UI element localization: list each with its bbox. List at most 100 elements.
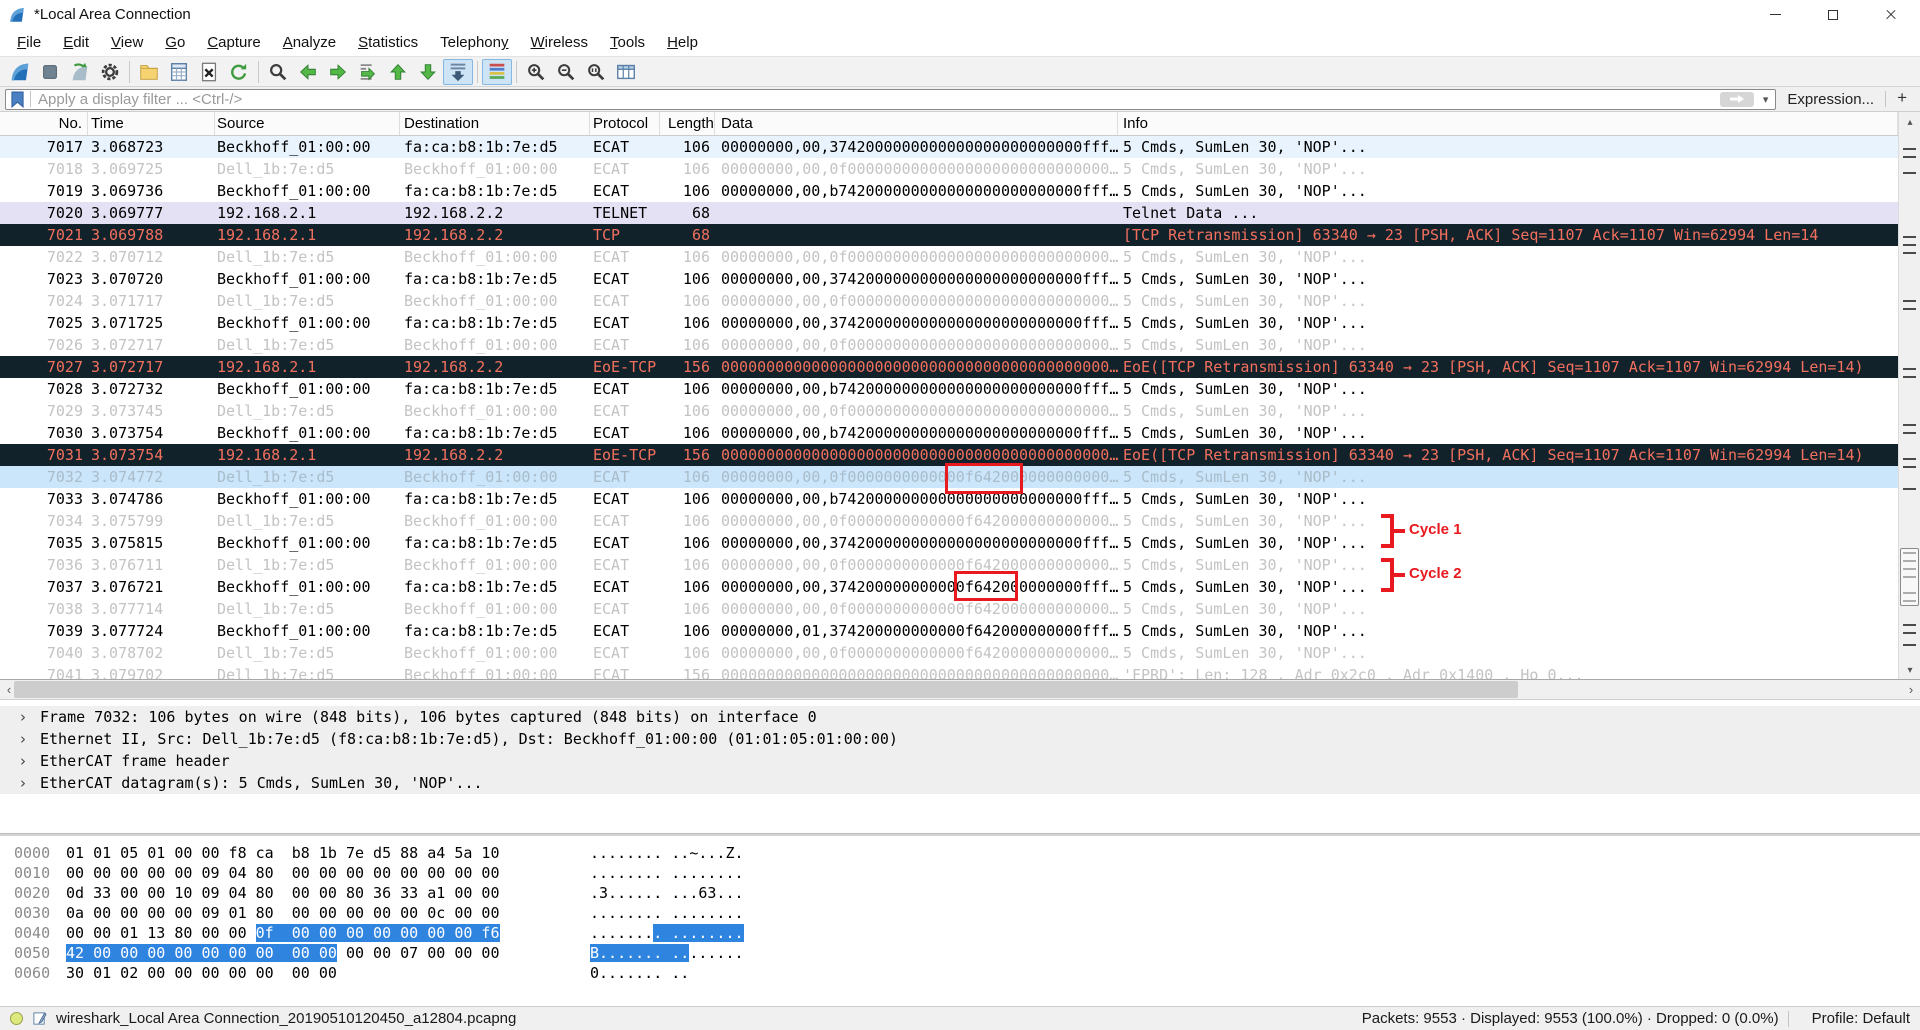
colorize-packets-button[interactable] [482,59,512,85]
display-filter-input[interactable] [36,90,1715,109]
packet-row-7017[interactable]: 70173.068723Beckhoff_01:00:00fa:ca:b8:1b… [0,136,1898,158]
packet-row-7024[interactable]: 70243.071717Dell_1b:7e:d5Beckhoff_01:00:… [0,290,1898,312]
scroll-right-arrow[interactable]: › [1902,680,1920,699]
column-header-destination[interactable]: Destination [400,112,590,135]
go-back-button[interactable] [293,59,323,85]
hex-bytes[interactable]: 42 00 00 00 00 00 00 00 00 00 00 00 07 0… [66,943,500,963]
hex-ascii[interactable]: 0....... .. [590,963,689,983]
detail-line-2[interactable]: ›EtherCAT frame header [0,750,1920,772]
menu-tools[interactable]: Tools [599,31,656,54]
hex-bytes[interactable]: 01 01 05 01 00 00 f8 ca b8 1b 7e d5 88 a… [66,843,499,863]
packet-row-7020[interactable]: 70203.069777192.168.2.1192.168.2.2TELNET… [0,202,1898,224]
save-file-button[interactable] [164,59,194,85]
hex-ascii[interactable]: ........ ........ [590,923,744,943]
packet-row-7029[interactable]: 70293.073745Dell_1b:7e:d5Beckhoff_01:00:… [0,400,1898,422]
maximize-button[interactable] [1804,0,1862,29]
menu-statistics[interactable]: Statistics [347,31,429,54]
hex-ascii[interactable]: ........ ..~...Z. [590,843,744,863]
detail-line-0[interactable]: ›Frame 7032: 106 bytes on wire (848 bits… [0,706,1920,728]
minimize-button[interactable] [1746,0,1804,29]
capture-comment-icon[interactable] [32,1011,47,1026]
start-capture-button[interactable] [5,59,35,85]
packet-row-7030[interactable]: 70303.073754Beckhoff_01:00:00fa:ca:b8:1b… [0,422,1898,444]
column-header-protocol[interactable]: Protocol [590,112,660,135]
stop-capture-button[interactable] [35,59,65,85]
packet-row-7026[interactable]: 70263.072717Dell_1b:7e:d5Beckhoff_01:00:… [0,334,1898,356]
hex-row-0010[interactable]: 001000 00 00 00 00 09 04 80 00 00 00 00 … [0,863,1920,883]
hex-row-0060[interactable]: 006030 01 02 00 00 00 00 00 00 000......… [0,963,1920,983]
scroll-down-arrow[interactable]: ▾ [1899,660,1920,680]
packet-list-scrollbar[interactable]: ▴ ▾ [1898,112,1920,680]
apply-filter-button[interactable] [1720,92,1754,107]
column-header-data[interactable]: Data [715,112,1118,135]
hex-bytes[interactable]: 30 01 02 00 00 00 00 00 00 00 [66,963,337,983]
column-header-info[interactable]: Info [1118,112,1898,135]
go-to-packet-button[interactable] [353,59,383,85]
find-packet-button[interactable] [263,59,293,85]
go-forward-button[interactable] [323,59,353,85]
hex-ascii[interactable]: .3...... ...63... [590,883,744,903]
expression-button[interactable]: Expression... [1781,91,1880,108]
open-file-button[interactable] [134,59,164,85]
hex-row-0000[interactable]: 000001 01 05 01 00 00 f8 ca b8 1b 7e d5 … [0,843,1920,863]
packet-row-7035[interactable]: 70353.075815Beckhoff_01:00:00fa:ca:b8:1b… [0,532,1898,554]
restart-capture-button[interactable] [65,59,95,85]
packet-row-7037[interactable]: 70373.076721Beckhoff_01:00:00fa:ca:b8:1b… [0,576,1898,598]
column-header-source[interactable]: Source [215,112,400,135]
menu-help[interactable]: Help [656,31,709,54]
hex-bytes[interactable]: 0a 00 00 00 00 09 01 80 00 00 00 00 00 0… [66,903,499,923]
auto-scroll-button[interactable] [443,59,473,85]
scroll-up-arrow[interactable]: ▴ [1899,112,1920,132]
hex-bytes[interactable]: 0d 33 00 00 10 09 04 80 00 00 80 36 33 a… [66,883,499,903]
zoom-original-button[interactable] [581,59,611,85]
hex-row-0020[interactable]: 00200d 33 00 00 10 09 04 80 00 00 80 36 … [0,883,1920,903]
hex-ascii[interactable]: ........ ........ [590,903,744,923]
column-header-time[interactable]: Time [88,112,215,135]
packet-row-7028[interactable]: 70283.072732Beckhoff_01:00:00fa:ca:b8:1b… [0,378,1898,400]
display-filter-field[interactable]: ▾ [5,89,1776,110]
bookmark-icon[interactable] [10,91,25,108]
expand-chevron-icon[interactable]: › [20,750,40,772]
packet-row-7038[interactable]: 70383.077714Dell_1b:7e:d5Beckhoff_01:00:… [0,598,1898,620]
go-first-button[interactable] [383,59,413,85]
menu-edit[interactable]: Edit [52,31,100,54]
detail-line-3[interactable]: ›EtherCAT datagram(s): 5 Cmds, SumLen 30… [0,772,1920,794]
horizontal-scrollbar[interactable]: ‹ › [0,680,1920,700]
packet-row-7025[interactable]: 70253.071725Beckhoff_01:00:00fa:ca:b8:1b… [0,312,1898,334]
close-button[interactable] [1862,0,1920,29]
close-file-button[interactable] [194,59,224,85]
add-filter-button[interactable]: + [1891,88,1915,110]
hex-row-0050[interactable]: 005042 00 00 00 00 00 00 00 00 00 00 00 … [0,943,1920,963]
menu-wireless[interactable]: Wireless [520,31,600,54]
scrollbar-thumb[interactable] [1900,548,1919,606]
packet-row-7018[interactable]: 70183.069725Dell_1b:7e:d5Beckhoff_01:00:… [0,158,1898,180]
menu-file[interactable]: File [6,31,52,54]
zoom-out-button[interactable] [551,59,581,85]
expand-chevron-icon[interactable]: › [20,706,40,728]
horizontal-scrollbar-thumb[interactable] [14,681,1518,698]
filter-history-dropdown[interactable]: ▾ [1759,93,1773,106]
hex-bytes[interactable]: 00 00 00 00 00 09 04 80 00 00 00 00 00 0… [66,863,499,883]
packet-row-7039[interactable]: 70393.077724Beckhoff_01:00:00fa:ca:b8:1b… [0,620,1898,642]
packet-row-7036[interactable]: 70363.076711Dell_1b:7e:d5Beckhoff_01:00:… [0,554,1898,576]
zoom-in-button[interactable] [521,59,551,85]
packet-row-7021[interactable]: 70213.069788192.168.2.1192.168.2.2TCP68[… [0,224,1898,246]
hex-row-0040[interactable]: 004000 00 01 13 80 00 00 0f 00 00 00 00 … [0,923,1920,943]
capture-options-button[interactable] [95,59,125,85]
packet-row-7019[interactable]: 70193.069736Beckhoff_01:00:00fa:ca:b8:1b… [0,180,1898,202]
packet-row-7023[interactable]: 70233.070720Beckhoff_01:00:00fa:ca:b8:1b… [0,268,1898,290]
expert-info-icon[interactable] [10,1012,23,1025]
packet-row-7022[interactable]: 70223.070712Dell_1b:7e:d5Beckhoff_01:00:… [0,246,1898,268]
expand-chevron-icon[interactable]: › [20,728,40,750]
menu-telephony[interactable]: Telephony [429,31,519,54]
column-header-no[interactable]: No. [0,112,88,135]
packet-row-7040[interactable]: 70403.078702Dell_1b:7e:d5Beckhoff_01:00:… [0,642,1898,664]
go-last-button[interactable] [413,59,443,85]
profile-selector[interactable]: Profile: Default [1812,1010,1910,1027]
packet-row-7027[interactable]: 70273.072717192.168.2.1192.168.2.2EoE-TC… [0,356,1898,378]
reload-file-button[interactable] [224,59,254,85]
column-header-length[interactable]: Length [660,112,715,135]
packet-row-7041[interactable]: 70413.079702Dell_1b:7e:d5Beckhoff_01:00:… [0,664,1898,680]
menu-view[interactable]: View [100,31,154,54]
hex-bytes[interactable]: 00 00 01 13 80 00 00 0f 00 00 00 00 00 0… [66,923,500,943]
